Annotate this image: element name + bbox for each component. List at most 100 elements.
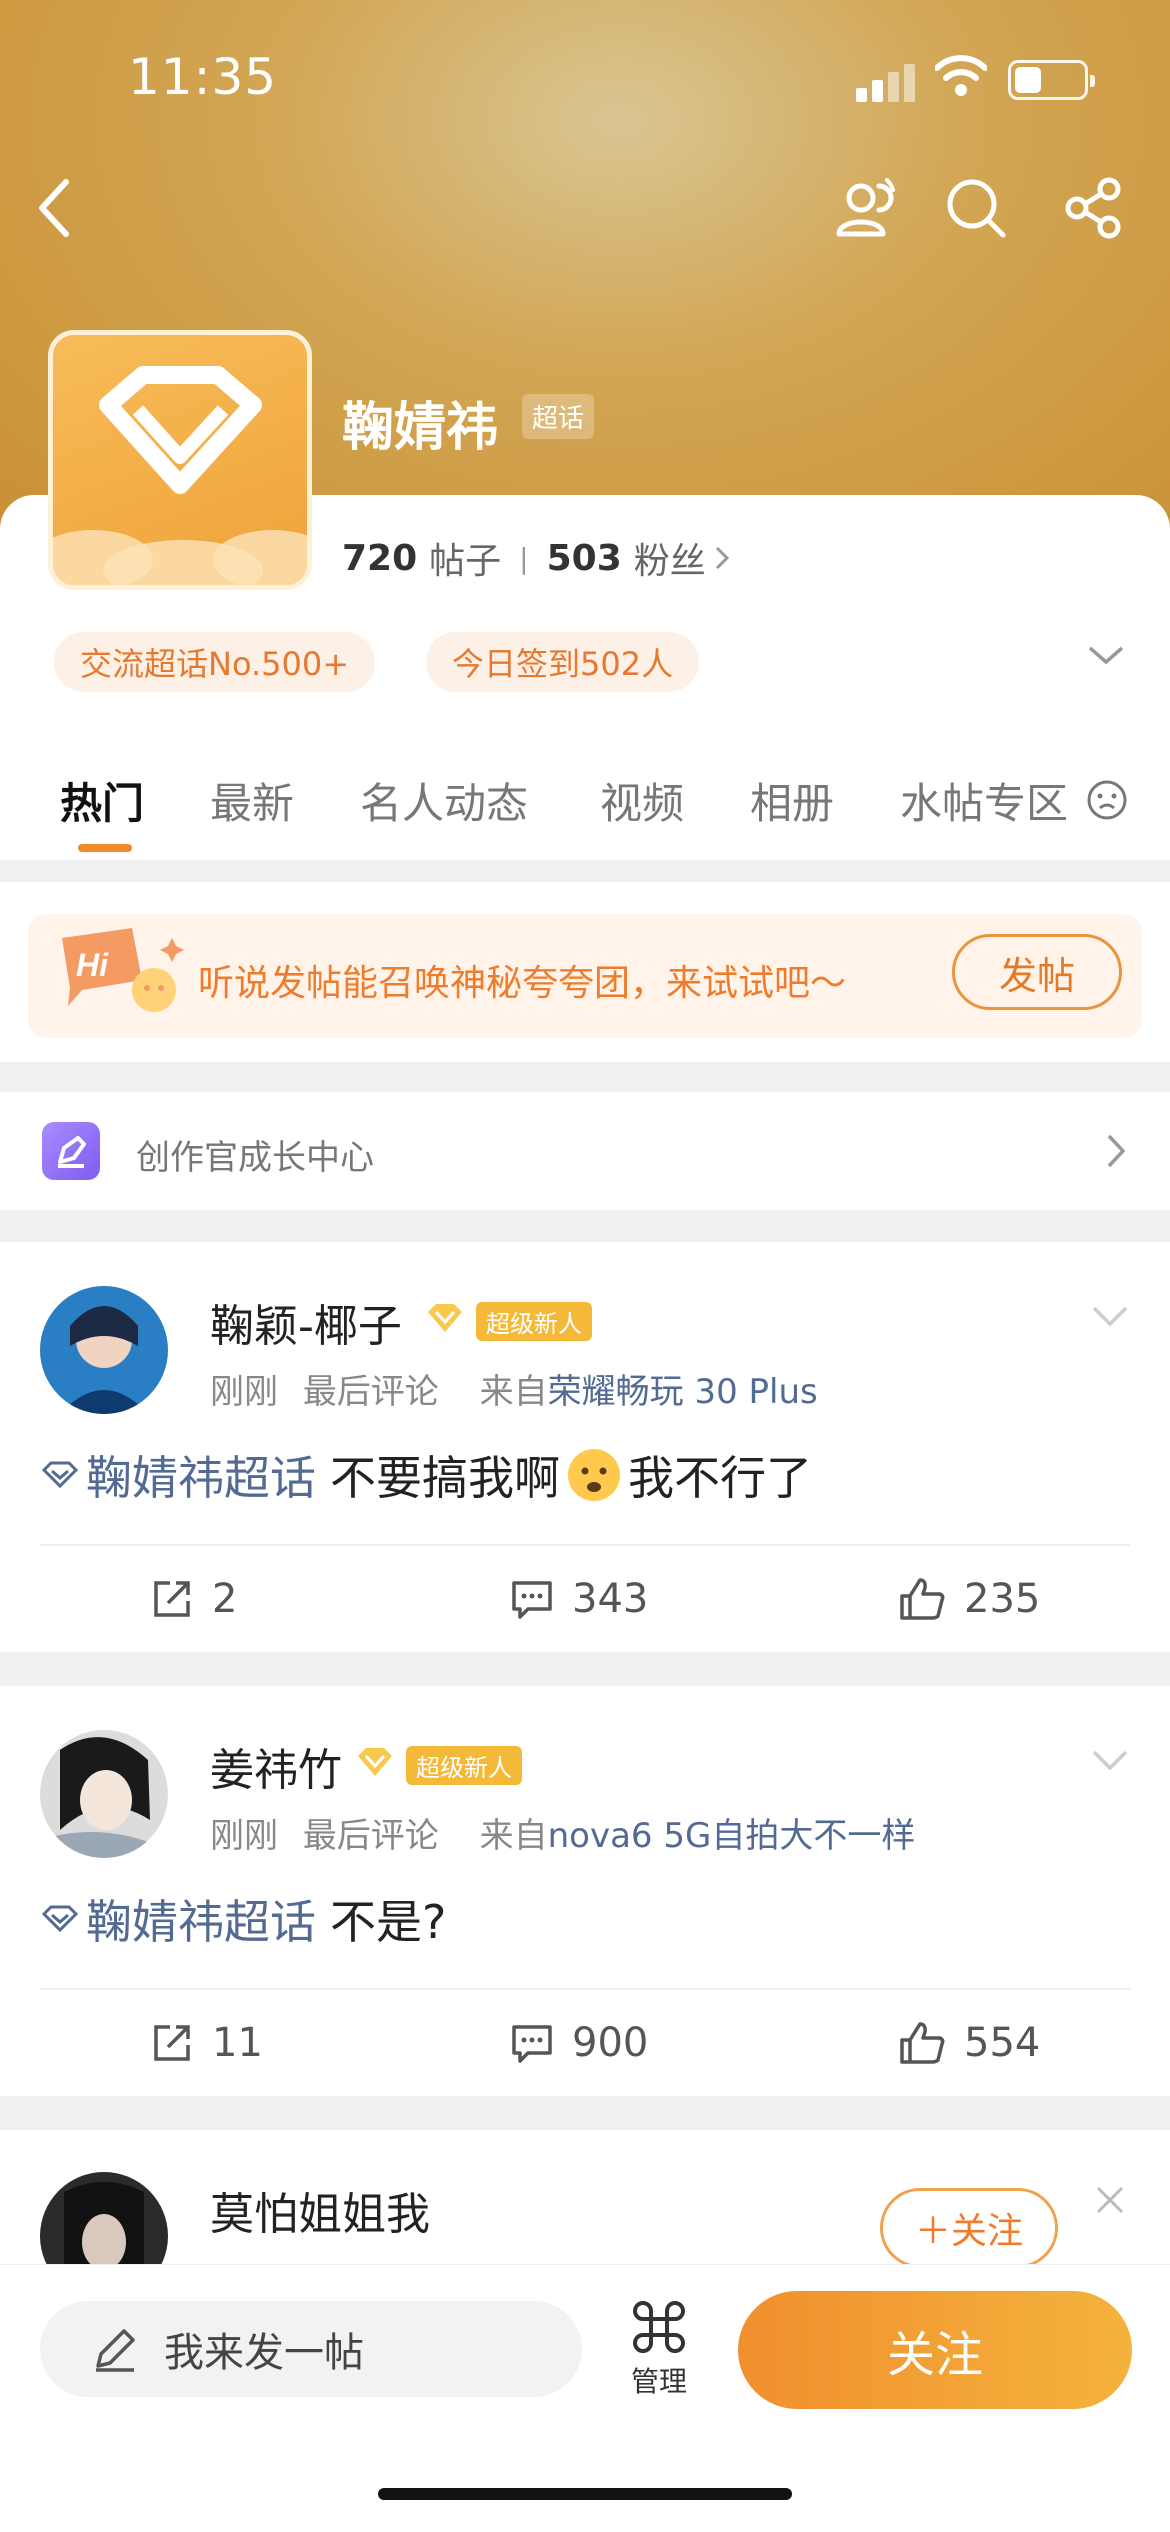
signal-icon [856,62,916,102]
tab-video[interactable]: 视频 [600,770,684,831]
battery-icon [1008,60,1095,100]
post-device: 荣耀畅玩 30 Plus [547,1372,818,1412]
follow-topic-button[interactable]: 关注 [738,2291,1132,2409]
tab-hot[interactable]: 热门 [60,770,144,831]
post-body: 鞠婧祎超话 不是? [40,1886,446,1952]
share-button[interactable] [1058,172,1130,244]
tab-album[interactable]: 相册 [750,770,834,831]
growth-center-label: 创作官成长中心 [136,1138,374,1178]
pencil-icon [96,2329,135,2372]
chevron-right-icon [1107,1134,1126,1168]
post-text: 我不行了 [628,1451,812,1505]
supertopic-diamond-icon [53,366,307,585]
rank-chip[interactable]: 交流超话No.500+ [54,632,376,692]
last-comment-label: 最后评论 [302,1372,439,1412]
post-meta: 刚刚 最后评论 来自荣耀畅玩 30 Plus [210,1364,818,1413]
hi-bubble-icon: Hi [62,928,184,1012]
comment-icon [512,1581,552,1619]
posts-label: 帖子 [429,541,502,582]
from-label: 来自 [479,1816,548,1856]
supertopic-link-icon [41,1905,79,1933]
post-time: 刚刚 [210,1816,278,1856]
like-button[interactable]: 235 [898,1576,1040,1622]
expand-chevron-icon[interactable] [1086,640,1126,670]
fans-count[interactable]: 503 [547,538,622,579]
promo-text: 听说发帖能召唤神秘夸夸团，来试试吧～ [198,963,847,1004]
hi-text: Hi [76,947,109,983]
compose-label: 我来发一帖 [164,2330,364,2376]
thumbs-up-icon [900,2022,945,2064]
like-button[interactable]: 554 [898,2020,1040,2066]
avatar[interactable] [40,1730,168,1858]
manage-label: 管理 [630,2365,687,2398]
post-text: 不要搞我啊 [330,1451,560,1505]
topic-stats: 720 帖子 | 503 粉丝 [342,532,730,584]
comment-button[interactable]: 343 [510,1576,648,1622]
manage-button[interactable]: 管理 [618,2301,700,2400]
chevron-right-icon [715,546,729,570]
search-icon [947,179,1006,238]
comment-icon [512,2025,552,2063]
group-chat-icon [836,178,895,237]
author-name[interactable]: 莫怕姐姐我 [210,2178,430,2242]
post-options-chevron-icon[interactable] [1090,1746,1130,1774]
post-card[interactable]: 莫怕姐姐我 ＋关注 [0,2130,1170,2300]
repost-button[interactable]: 11 [150,2020,263,2066]
checkin-chip[interactable]: 今日签到502人 [426,632,700,692]
author-name[interactable]: 姜祎竹 [210,1734,342,1798]
growth-center-row[interactable]: 创作官成长中心 [0,1092,1170,1210]
topic-link[interactable]: 鞠婧祎超话 [40,1886,316,1952]
topic-avatar [48,330,312,590]
author-name[interactable]: 鞠颖-椰子 [210,1290,402,1354]
from-label: 来自 [479,1372,548,1412]
last-comment-label: 最后评论 [302,1816,439,1856]
status-bar: 11:35 [0,40,1170,120]
supertopic-link-icon [41,1461,79,1489]
comment-button[interactable]: 900 [510,2020,648,2066]
tab-water-posts[interactable]: 水帖专区 [900,770,1068,831]
tab-celebrity[interactable]: 名人动态 [360,770,528,831]
post-divider [40,1544,1130,1546]
promo-post-button[interactable]: 发帖 [952,934,1122,1010]
avatar[interactable] [40,1286,168,1414]
back-icon [39,179,69,237]
supertopic-badge-icon [428,1304,462,1332]
repost-icon [154,2025,190,2061]
back-button[interactable] [18,172,90,244]
topic-name[interactable]: 鞠婧祎超话 [86,1886,316,1952]
wifi-icon [935,55,987,96]
post-body: 鞠婧祎超话 不要搞我啊 我不行了 [40,1442,812,1508]
super-newbie-badge: 超级新人 [476,1302,592,1341]
repost-count: 2 [212,1576,238,1622]
topic-name[interactable]: 鞠婧祎超话 [86,1442,316,1508]
status-time: 11:35 [128,48,278,106]
repost-button[interactable]: 2 [150,1576,237,1622]
close-icon[interactable] [1094,2184,1126,2216]
follow-user-button[interactable]: ＋关注 [880,2188,1058,2268]
repost-count: 11 [212,2020,263,2066]
post-options-chevron-icon[interactable] [1090,1302,1130,1330]
topic-link[interactable]: 鞠婧祎超话 [40,1442,316,1508]
active-tab-indicator [78,844,132,852]
comment-count: 900 [572,2020,649,2066]
supertopic-badge-icon [358,1748,392,1776]
post-card[interactable]: 鞠颖-椰子 超级新人 刚刚 最后评论 来自荣耀畅玩 30 Plus 鞠婧祎超话 … [0,1242,1170,1652]
post-time: 刚刚 [210,1372,278,1412]
supertopic-tag: 超话 [522,394,595,439]
compose-post-button[interactable]: 我来发一帖 [40,2301,582,2397]
tab-latest[interactable]: 最新 [210,770,294,831]
post-text: 不是? [330,1895,447,1949]
group-chat-button[interactable] [830,172,902,244]
promo-banner: Hi 听说发帖能召唤神秘夸夸团，来试试吧～ 发帖 [28,914,1142,1038]
tab-more-icon[interactable] [1085,778,1129,822]
search-button[interactable] [940,172,1012,244]
stats-separator: | [519,541,529,575]
topic-title: 鞠婧祎 [342,398,499,458]
post-card[interactable]: 姜祎竹 超级新人 刚刚 最后评论 来自nova6 5G自拍大不一样 鞠婧祎超话 … [0,1686,1170,2096]
thumbs-up-icon [900,1578,945,1620]
like-count: 554 [964,2020,1041,2066]
repost-icon [154,1581,190,1617]
home-indicator [378,2488,792,2500]
sad-face-emoji-icon [568,1449,620,1501]
fans-label[interactable]: 粉丝 [634,532,706,584]
